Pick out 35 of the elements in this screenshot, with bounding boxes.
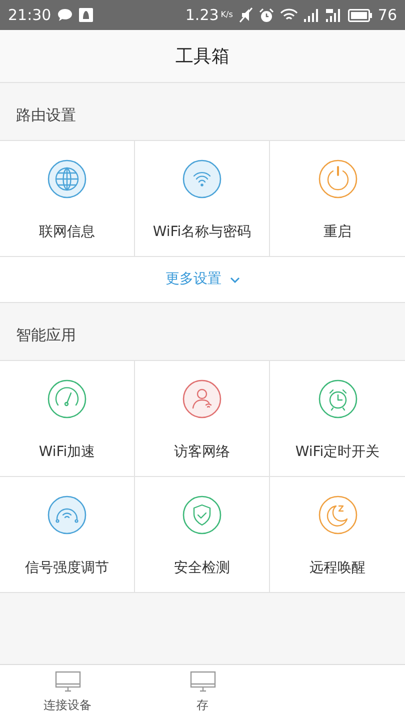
page-title: 工具箱 bbox=[176, 44, 230, 68]
wifi-icon bbox=[182, 158, 222, 198]
section-heading: 智能应用 bbox=[16, 324, 76, 346]
section-heading: 路由设置 bbox=[16, 104, 76, 126]
alarm-icon bbox=[318, 378, 358, 418]
tool-tile[interactable]: 联网信息 bbox=[0, 141, 135, 257]
globe-icon bbox=[47, 158, 87, 198]
guest-icon bbox=[182, 378, 222, 418]
power-icon bbox=[318, 158, 358, 198]
tool-tile[interactable]: 安全检测 bbox=[135, 477, 270, 593]
monitor-icon bbox=[190, 671, 216, 693]
tool-tile[interactable]: 访客网络 bbox=[135, 361, 270, 477]
wifi-icon bbox=[280, 8, 298, 22]
monitor-icon bbox=[54, 671, 80, 693]
tool-tile[interactable]: WiFi名称与密码 bbox=[135, 141, 270, 257]
chevron-down-icon bbox=[230, 276, 240, 282]
signal-icon bbox=[304, 8, 320, 22]
battery-level: 76 bbox=[378, 4, 397, 26]
message-icon bbox=[57, 8, 74, 22]
app-icon bbox=[79, 8, 94, 22]
signal-icon bbox=[47, 494, 87, 534]
clock: 21:30 bbox=[8, 4, 52, 26]
shield-icon bbox=[182, 494, 222, 534]
mute-icon bbox=[238, 7, 253, 23]
tool-tile[interactable]: WiFi加速 bbox=[0, 361, 135, 477]
moon-icon bbox=[318, 494, 358, 534]
tool-tile[interactable]: 信号强度调节 bbox=[0, 477, 135, 593]
signal-icon bbox=[326, 8, 342, 22]
network-speed: 1.23 bbox=[185, 4, 219, 26]
gauge-icon bbox=[47, 378, 87, 418]
speed-unit: K/s bbox=[220, 9, 233, 21]
nav-tab[interactable]: 存 bbox=[135, 665, 270, 720]
nav-tab[interactable]: 连接设备 bbox=[0, 665, 135, 720]
battery-icon bbox=[348, 8, 372, 22]
alarm-icon bbox=[258, 8, 274, 22]
